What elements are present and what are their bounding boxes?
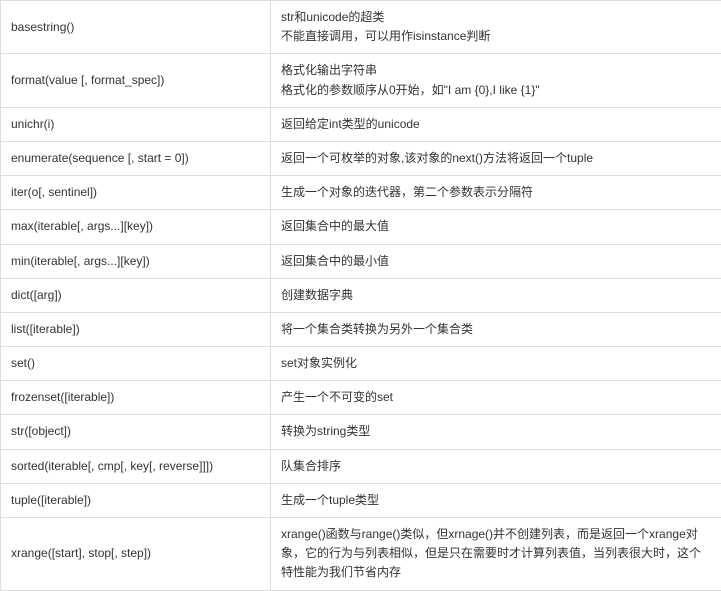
- function-signature: list([iterable]): [1, 312, 271, 346]
- table-row: dict([arg])创建数据字典: [1, 278, 721, 312]
- table-row: list([iterable])将一个集合类转换为另外一个集合类: [1, 312, 721, 346]
- function-signature: xrange([start], stop[, step]): [1, 518, 271, 591]
- function-description: 返回集合中的最大值: [271, 210, 721, 244]
- function-signature: format(value [, format_spec]): [1, 54, 271, 107]
- function-signature: iter(o[, sentinel]): [1, 176, 271, 210]
- table-row: max(iterable[, args...][key])返回集合中的最大值: [1, 210, 721, 244]
- table-row: min(iterable[, args...][key])返回集合中的最小值: [1, 244, 721, 278]
- function-description: xrange()函数与range()类似，但xrnage()并不创建列表，而是返…: [271, 518, 721, 591]
- table-row: iter(o[, sentinel])生成一个对象的迭代器，第二个参数表示分隔符: [1, 176, 721, 210]
- table-row: tuple([iterable])生成一个tuple类型: [1, 483, 721, 517]
- function-signature: enumerate(sequence [, start = 0]): [1, 141, 271, 175]
- function-signature: unichr(i): [1, 107, 271, 141]
- function-reference-table: basestring()str和unicode的超类不能直接调用，可以用作isi…: [0, 0, 721, 591]
- table-row: enumerate(sequence [, start = 0])返回一个可枚举…: [1, 141, 721, 175]
- table-row: set()set对象实例化: [1, 347, 721, 381]
- function-signature: str([object]): [1, 415, 271, 449]
- table-row: unichr(i)返回给定int类型的unicode: [1, 107, 721, 141]
- function-description: 生成一个tuple类型: [271, 483, 721, 517]
- function-description: set对象实例化: [271, 347, 721, 381]
- function-description: 返回集合中的最小值: [271, 244, 721, 278]
- function-description: 转换为string类型: [271, 415, 721, 449]
- table-body: basestring()str和unicode的超类不能直接调用，可以用作isi…: [1, 1, 721, 591]
- function-description: 生成一个对象的迭代器，第二个参数表示分隔符: [271, 176, 721, 210]
- function-description: 将一个集合类转换为另外一个集合类: [271, 312, 721, 346]
- function-signature: set(): [1, 347, 271, 381]
- function-signature: basestring(): [1, 1, 271, 54]
- function-description: 队集合排序: [271, 449, 721, 483]
- function-signature: tuple([iterable]): [1, 483, 271, 517]
- function-description: 创建数据字典: [271, 278, 721, 312]
- function-signature: min(iterable[, args...][key]): [1, 244, 271, 278]
- function-signature: dict([arg]): [1, 278, 271, 312]
- table-row: basestring()str和unicode的超类不能直接调用，可以用作isi…: [1, 1, 721, 54]
- function-signature: frozenset([iterable]): [1, 381, 271, 415]
- table-row: str([object])转换为string类型: [1, 415, 721, 449]
- table-row: xrange([start], stop[, step])xrange()函数与…: [1, 518, 721, 591]
- function-description: 产生一个不可变的set: [271, 381, 721, 415]
- table-row: sorted(iterable[, cmp[, key[, reverse]]]…: [1, 449, 721, 483]
- table-row: frozenset([iterable])产生一个不可变的set: [1, 381, 721, 415]
- function-signature: sorted(iterable[, cmp[, key[, reverse]]]…: [1, 449, 271, 483]
- function-signature: max(iterable[, args...][key]): [1, 210, 271, 244]
- function-description: 返回一个可枚举的对象,该对象的next()方法将返回一个tuple: [271, 141, 721, 175]
- function-description: 格式化输出字符串格式化的参数顺序从0开始，如"I am {0},I like {…: [271, 54, 721, 107]
- function-description: 返回给定int类型的unicode: [271, 107, 721, 141]
- function-description: str和unicode的超类不能直接调用，可以用作isinstance判断: [271, 1, 721, 54]
- table-row: format(value [, format_spec])格式化输出字符串格式化…: [1, 54, 721, 107]
